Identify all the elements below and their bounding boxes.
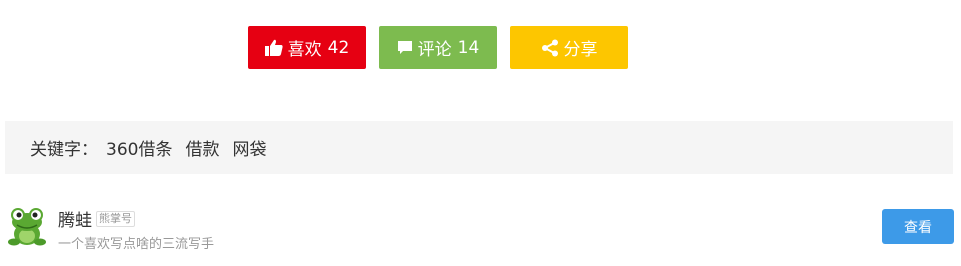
keyword-tag[interactable]: 360借条 — [106, 135, 172, 160]
share-button[interactable]: 分享 — [510, 26, 628, 69]
keywords-bar: 关键字： 360借条 借款 网袋 — [5, 121, 953, 174]
comment-button[interactable]: 评论 14 — [379, 26, 497, 69]
frog-avatar-icon[interactable] — [7, 204, 47, 248]
like-label: 喜欢 — [287, 40, 322, 60]
comment-label: 评论 — [417, 40, 452, 60]
share-label: 分享 — [563, 40, 598, 60]
like-button[interactable]: 喜欢 42 — [248, 26, 366, 69]
keyword-tag[interactable]: 网袋 — [232, 135, 266, 160]
comment-icon — [397, 40, 413, 55]
keyword-tag[interactable]: 借款 — [185, 135, 219, 160]
author-badge: 熊掌号 — [96, 210, 135, 227]
comment-count: 14 — [457, 37, 480, 58]
thumbs-up-icon — [264, 39, 283, 56]
action-bar: 喜欢 42 评论 14 分享 — [248, 26, 628, 69]
author-name[interactable]: 腾蛙 — [58, 206, 92, 231]
share-icon — [541, 39, 559, 57]
view-button[interactable]: 查看 — [882, 209, 954, 244]
keywords-label: 关键字： — [30, 140, 98, 160]
author-name-row: 腾蛙 熊掌号 — [58, 206, 135, 231]
author-card: 腾蛙 熊掌号 一个喜欢写点啥的三流写手 查看 — [7, 204, 954, 254]
author-bio: 一个喜欢写点啥的三流写手 — [58, 237, 215, 252]
article-footer: 喜欢 42 评论 14 分享 关键字： 360借条 借款 网袋 腾蛙 熊掌号 一… — [0, 0, 961, 266]
like-count: 42 — [327, 37, 350, 58]
